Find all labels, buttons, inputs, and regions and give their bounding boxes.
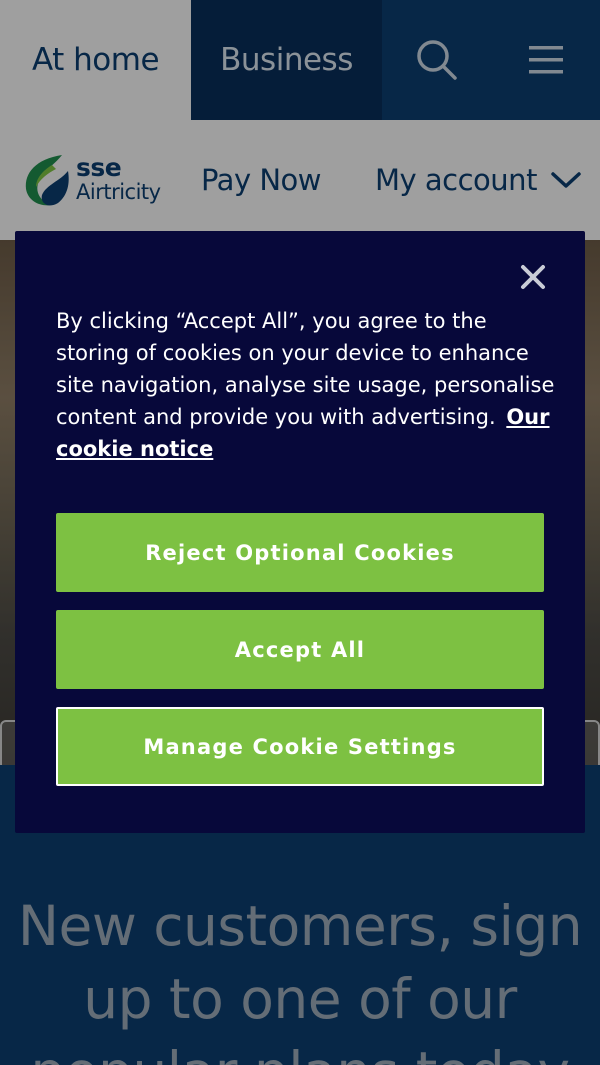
cookie-message-text: By clicking “Accept All”, you agree to t… [56, 309, 555, 429]
reject-optional-cookies-button[interactable]: Reject Optional Cookies [56, 513, 544, 592]
close-icon [521, 265, 545, 289]
cookie-consent-dialog: By clicking “Accept All”, you agree to t… [15, 231, 585, 833]
close-button[interactable] [519, 263, 547, 291]
accept-all-button[interactable]: Accept All [56, 610, 544, 689]
cookie-message: By clicking “Accept All”, you agree to t… [56, 305, 556, 465]
manage-cookie-settings-button[interactable]: Manage Cookie Settings [56, 707, 544, 786]
